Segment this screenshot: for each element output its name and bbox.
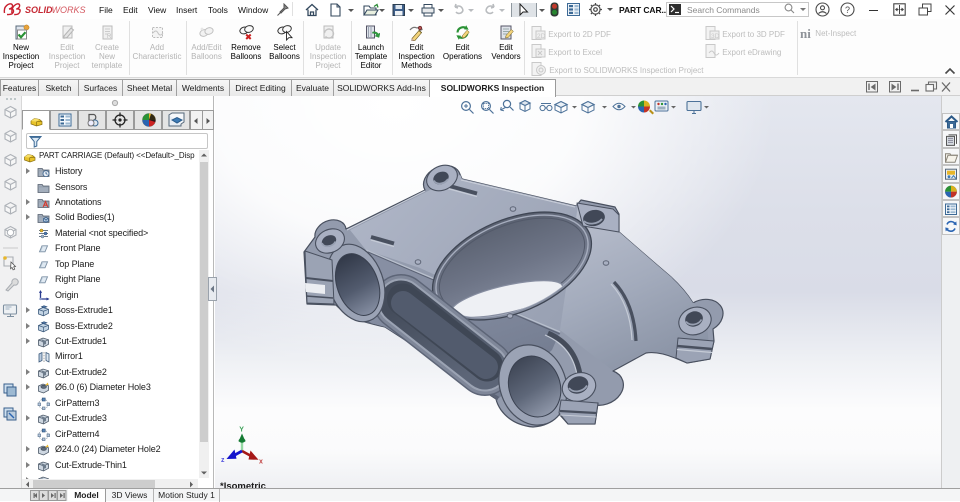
svg-text:*Isometric: *Isometric <box>220 481 266 488</box>
svg-text:3D: 3D <box>711 33 720 40</box>
svg-text:x: x <box>259 459 263 466</box>
svg-text:?: ? <box>845 5 850 15</box>
svg-text:Y: Y <box>239 427 244 434</box>
svg-text:2D: 2D <box>537 33 546 40</box>
svg-text:z: z <box>221 457 225 464</box>
svg-text:SOLID: SOLID <box>25 5 53 15</box>
svg-text:R: R <box>107 34 112 40</box>
svg-text:WORKS: WORKS <box>52 5 86 15</box>
